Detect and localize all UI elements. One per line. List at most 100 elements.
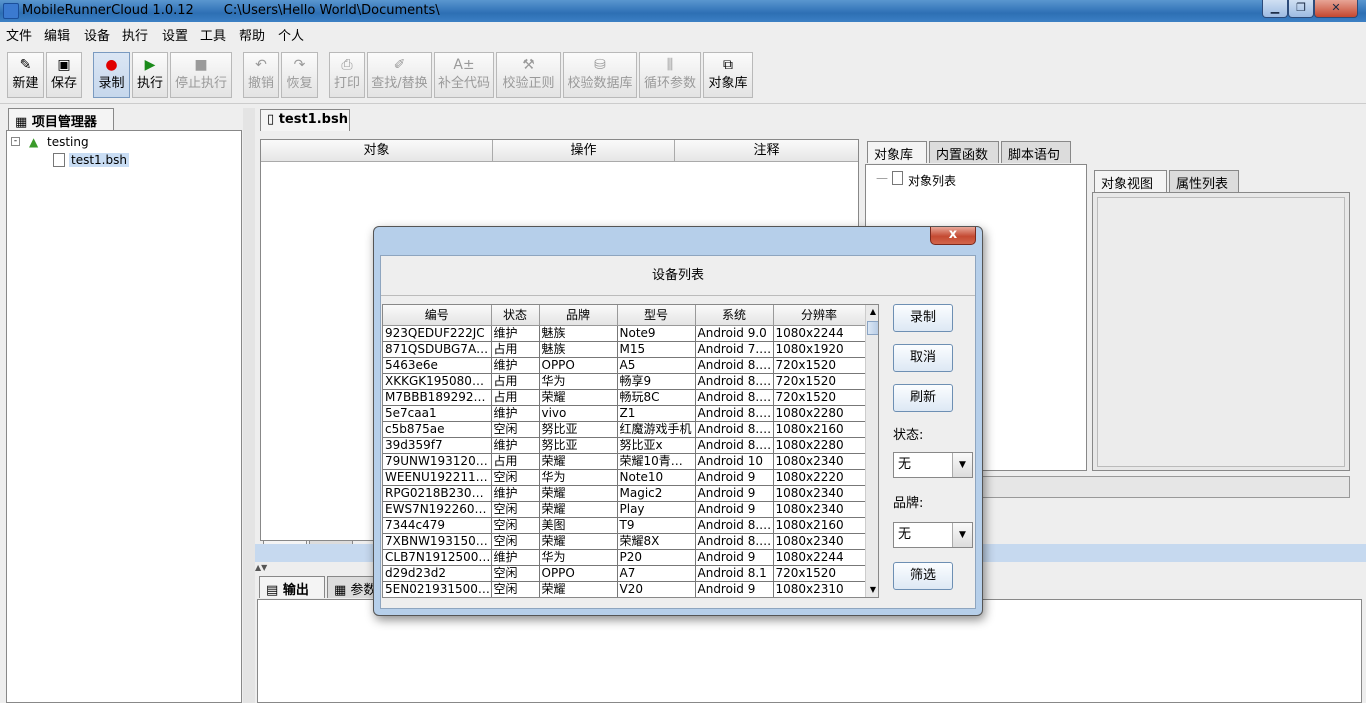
save-button[interactable]: ▣ 保存 (46, 52, 82, 98)
loop-params-button[interactable]: ⫼ 循环参数 (639, 52, 701, 98)
device-resolution-cell: 1080x2244 (773, 549, 866, 566)
device-row[interactable]: EWS7N1922600... 空闲 荣耀 Play Android 9 1080x234… (383, 501, 866, 518)
record-device-button[interactable]: 录制 (893, 304, 953, 332)
run-button[interactable]: ▶ 执行 (132, 52, 168, 98)
print-button[interactable]: ⎙ 打印 (329, 52, 365, 98)
col-os[interactable]: 系统 (695, 305, 774, 326)
device-id-cell: EWS7N1922600... (383, 501, 492, 518)
redo-icon: ↷ (293, 57, 306, 73)
device-row[interactable]: 79UNW1931200... 占用 荣耀 荣耀10青春版 Android 10 1080… (383, 453, 866, 470)
col-action[interactable]: 操作 (493, 140, 675, 162)
maximize-button[interactable]: ❐ (1288, 0, 1314, 18)
scroll-down-icon[interactable]: ▼ (866, 583, 878, 597)
minimize-button[interactable]: ▁ (1262, 0, 1288, 18)
scroll-up-icon[interactable]: ▲ (866, 305, 878, 319)
tab-builtin-functions[interactable]: 内置函数 (929, 141, 999, 163)
device-os-cell: Android 9 (695, 485, 774, 502)
splitter[interactable] (243, 108, 255, 703)
tree-node-testing[interactable]: testing (47, 135, 89, 149)
undo-button[interactable]: ↶ 撤销 (243, 52, 279, 98)
redo-label: 恢复 (286, 76, 313, 91)
device-row[interactable]: 923QEDUF222JC 维护 魅族 Note9 Android 9.0 1080x22… (383, 325, 866, 342)
stop-label: 停止执行 (174, 76, 227, 91)
device-row[interactable]: 39d359f7 维护 努比亚 努比亚x Android 8.1.0 1080x2280 (383, 437, 866, 454)
device-model-cell: 荣耀10青春版 (617, 453, 696, 470)
col-object[interactable]: 对象 (261, 140, 493, 162)
device-row[interactable]: M7BBB18929228... 占用 荣耀 畅玩8C Android 8.1.0 720… (383, 389, 866, 406)
tree-collapse-toggle[interactable]: - (11, 137, 20, 146)
stop-button[interactable]: ■ 停止执行 (170, 52, 232, 98)
device-row[interactable]: d29d23d2 空闲 OPPO A7 Android 8.1 720x1520 (383, 565, 866, 582)
device-model-cell: Note10 (617, 469, 696, 486)
col-comment[interactable]: 注释 (675, 140, 858, 162)
col-model[interactable]: 型号 (617, 305, 696, 326)
output-icon: ▤ (266, 583, 283, 598)
tree-node-object-list[interactable]: 对象列表 (908, 172, 956, 189)
new-button[interactable]: ✎ 新建 (7, 52, 44, 98)
device-row[interactable]: c5b875ae 空闲 努比亚 红魔游戏手机 Android 8.1.0 1080x216… (383, 421, 866, 438)
device-model-cell: 红魔游戏手机 (617, 421, 696, 438)
find-replace-button[interactable]: ✐ 查找/替换 (367, 52, 432, 98)
device-resolution-cell: 720x1520 (773, 373, 866, 390)
filter-button[interactable]: 筛选 (893, 562, 953, 590)
record-button[interactable]: ● 录制 (93, 52, 130, 98)
tab-object-view[interactable]: 对象视图 (1094, 170, 1167, 192)
tab-object-library[interactable]: 对象库 (867, 141, 927, 163)
check-regex-button[interactable]: ⚒ 校验正则 (496, 52, 561, 98)
complete-code-button[interactable]: A± 补全代码 (434, 52, 494, 98)
device-model-cell: P20 (617, 549, 696, 566)
menu-edit[interactable]: 编辑 (44, 25, 70, 44)
brand-filter-select[interactable]: 无 ▼ (893, 522, 973, 548)
tab-output-label: 输出 (282, 583, 309, 598)
cancel-button[interactable]: 取消 (893, 344, 953, 372)
property-input[interactable] (975, 476, 1350, 498)
device-row[interactable]: XKKGK19508000... 占用 华为 畅享9 Android 8.1.0 720x… (383, 373, 866, 390)
status-filter-select[interactable]: 无 ▼ (893, 452, 973, 478)
device-row[interactable]: 5463e6e 维护 OPPO A5 Android 8.1.0 720x1520 (383, 357, 866, 374)
menu-tools[interactable]: 工具 (200, 25, 226, 44)
device-model-cell: Magic2 (617, 485, 696, 502)
device-row[interactable]: 5e7caa1 维护 vivo Z1 Android 8.1.0 1080x2280 (383, 405, 866, 422)
chevron-down-icon[interactable]: ▼ (952, 453, 972, 477)
device-resolution-cell: 1080x2220 (773, 469, 866, 486)
tab-project-manager[interactable]: ▦ 项目管理器 (8, 108, 114, 130)
menu-file[interactable]: 文件 (6, 25, 32, 44)
device-id-cell: 871QSDUBG7AUA (383, 341, 492, 358)
col-status[interactable]: 状态 (491, 305, 540, 326)
object-library-button[interactable]: ⧉ 对象库 (703, 52, 753, 98)
menu-settings[interactable]: 设置 (162, 25, 188, 44)
device-status-cell: 空闲 (491, 469, 540, 486)
tab-script-statements[interactable]: 脚本语句 (1001, 141, 1071, 163)
tab-test1-bsh[interactable]: ▯ test1.bsh (260, 109, 350, 131)
dialog-close-button[interactable]: x (930, 227, 976, 245)
property-footer (975, 500, 1350, 536)
menu-personal[interactable]: 个人 (278, 25, 304, 44)
scroll-thumb[interactable] (867, 321, 878, 335)
run-label: 执行 (136, 76, 163, 91)
device-row[interactable]: 7344c479 空闲 美图 T9 Android 8.1.0 1080x2160 (383, 517, 866, 534)
dialog-body: 设备列表 编号 状态 品牌 型号 系统 分辨率 923QEDUF222JC 维护魅… (380, 255, 976, 609)
menu-run[interactable]: 执行 (122, 25, 148, 44)
device-row[interactable]: 7XBNW1931500... 空闲 荣耀 荣耀8X Android 8.1.0 1080… (383, 533, 866, 550)
device-row[interactable]: 871QSDUBG7AUA 占用 魅族 M15 Android 7.1.2 1080x19… (383, 341, 866, 358)
col-brand[interactable]: 品牌 (539, 305, 618, 326)
col-resolution[interactable]: 分辨率 (773, 305, 866, 326)
chevron-down-icon[interactable]: ▼ (952, 523, 972, 547)
close-window-button[interactable]: ✕ (1314, 0, 1358, 18)
device-row[interactable]: CLB7N19125007... 维护 华为 P20 Android 9 1080x224… (383, 549, 866, 566)
refresh-button[interactable]: 刷新 (893, 384, 953, 412)
tab-test1-label: test1.bsh (278, 112, 348, 127)
menu-help[interactable]: 帮助 (239, 25, 265, 44)
complete-code-label: 补全代码 (437, 76, 490, 91)
tab-output[interactable]: ▤ 输出 (259, 576, 325, 598)
tab-property-list[interactable]: 属性列表 (1169, 170, 1239, 192)
device-table-scrollbar[interactable]: ▲ ▼ (865, 305, 878, 597)
check-database-button[interactable]: ⛁ 校验数据库 (563, 52, 637, 98)
redo-button[interactable]: ↷ 恢复 (281, 52, 318, 98)
device-row[interactable]: 5EN0219315002... 空闲 荣耀 V20 Android 9 1080x231… (383, 581, 866, 597)
col-id[interactable]: 编号 (383, 305, 492, 326)
device-row[interactable]: WEENU1922110... 空闲 华为 Note10 Android 9 1080x2… (383, 469, 866, 486)
menu-device[interactable]: 设备 (84, 25, 110, 44)
tree-node-test1[interactable]: test1.bsh (69, 153, 129, 167)
device-row[interactable]: RPG0218B2301... 维护 荣耀 Magic2 Android 9 1080x2… (383, 485, 866, 502)
